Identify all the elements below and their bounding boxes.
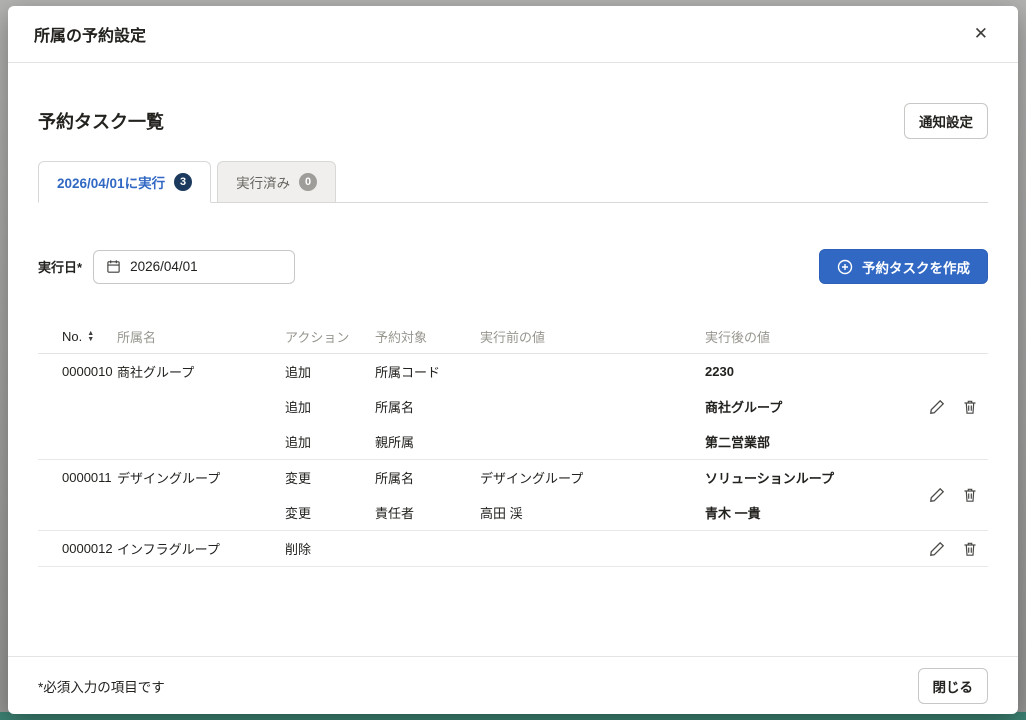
task-rows: 追加 所属コード 2230 追加 所属名 商社グループ 追加 親所属 [285, 354, 910, 459]
task-no: 0000010 [38, 354, 117, 389]
cell-action: 変更 [285, 503, 375, 522]
exec-date-input[interactable]: 2026/04/01 [93, 250, 295, 284]
cell-action: 追加 [285, 432, 375, 451]
calendar-icon [106, 259, 121, 274]
task-group: 0000011 デザイングループ 変更 所属名 デザイングループ ソリューション… [38, 460, 988, 531]
edit-task-button[interactable] [929, 399, 945, 415]
task-group: 0000012 インフラグループ 削除 [38, 531, 988, 567]
tab-bar: 2026/04/01に実行 3 実行済み 0 [38, 161, 988, 203]
task-rows: 削除 [285, 531, 910, 566]
task-row: 変更 責任者 高田 渓 青木 一貴 [285, 495, 910, 530]
section-header: 予約タスク一覧 通知設定 [38, 103, 988, 139]
cell-after-value: 商社グループ [705, 397, 910, 416]
cell-target: 所属コード [375, 362, 480, 381]
cell-action: 変更 [285, 468, 375, 487]
column-header-target: 予約対象 [375, 327, 480, 346]
tab-scheduled-count-badge: 3 [174, 173, 192, 191]
task-no: 0000011 [38, 460, 117, 495]
cell-after-value: 2230 [705, 364, 910, 379]
column-header-action: アクション [285, 327, 375, 346]
required-note-text: 必須入力の項目です [43, 680, 165, 695]
cell-target: 所属名 [375, 397, 480, 416]
create-task-button[interactable]: 予約タスクを作成 [819, 249, 988, 284]
column-header-before-value: 実行前の値 [480, 327, 705, 346]
column-header-no-label: No. [62, 329, 82, 344]
tab-scheduled[interactable]: 2026/04/01に実行 3 [38, 161, 211, 203]
task-row-actions [910, 460, 988, 530]
task-row: 追加 所属名 商社グループ [285, 389, 910, 424]
exec-date-label: 実行日* [38, 257, 82, 276]
delete-task-button[interactable] [962, 399, 978, 415]
modal-body: 予約タスク一覧 通知設定 2026/04/01に実行 3 実行済み 0 実行日* [8, 63, 1018, 656]
column-header-department: 所属名 [117, 327, 285, 346]
task-table: No. ▲▼ 所属名 アクション 予約対象 実行前の値 実行後の値 000001… [38, 320, 988, 567]
trash-icon [962, 487, 978, 503]
trash-icon [962, 399, 978, 415]
task-row: 追加 所属コード 2230 [285, 354, 910, 389]
column-header-no[interactable]: No. ▲▼ [38, 329, 117, 344]
notification-settings-button[interactable]: 通知設定 [904, 103, 988, 139]
task-rows: 変更 所属名 デザイングループ ソリューションループ 変更 責任者 高田 渓 青… [285, 460, 910, 530]
execution-date-row: 実行日* 2026/04/01 予約タスクを作成 [38, 249, 988, 284]
tab-executed-label: 実行済み [236, 172, 290, 192]
modal-title: 所属の予約設定 [34, 22, 146, 46]
create-task-label: 予約タスクを作成 [862, 257, 970, 277]
required-mark: * [77, 260, 82, 275]
pencil-icon [929, 487, 945, 503]
sort-icon: ▲▼ [87, 331, 94, 343]
edit-task-button[interactable] [929, 541, 945, 557]
task-row: 追加 親所属 第二営業部 [285, 424, 910, 459]
cell-action: 追加 [285, 397, 375, 416]
cell-action: 追加 [285, 362, 375, 381]
tab-scheduled-label: 2026/04/01に実行 [57, 172, 165, 192]
cell-after-value: 青木 一貴 [705, 503, 910, 522]
task-row: 変更 所属名 デザイングループ ソリューションループ [285, 460, 910, 495]
task-row-actions [910, 354, 988, 459]
cell-before-value: デザイングループ [480, 468, 705, 487]
table-header-row: No. ▲▼ 所属名 アクション 予約対象 実行前の値 実行後の値 [38, 320, 988, 354]
edit-task-button[interactable] [929, 487, 945, 503]
delete-task-button[interactable] [962, 487, 978, 503]
cell-target: 所属名 [375, 468, 480, 487]
cell-after-value: 第二営業部 [705, 432, 910, 451]
task-row-actions [910, 531, 988, 566]
column-header-after-value: 実行後の値 [705, 327, 910, 346]
task-group: 0000010 商社グループ 追加 所属コード 2230 追加 所属名 商社グル… [38, 354, 988, 460]
pencil-icon [929, 541, 945, 557]
tab-executed[interactable]: 実行済み 0 [217, 161, 336, 203]
pencil-icon [929, 399, 945, 415]
reservation-settings-modal: 所属の予約設定 ✕ 予約タスク一覧 通知設定 2026/04/01に実行 3 実… [8, 6, 1018, 714]
cell-action: 削除 [285, 539, 375, 558]
delete-task-button[interactable] [962, 541, 978, 557]
exec-date-value: 2026/04/01 [130, 259, 198, 274]
trash-icon [962, 541, 978, 557]
section-heading: 予約タスク一覧 [38, 108, 164, 134]
plus-circle-icon [837, 259, 853, 275]
task-department: デザイングループ [117, 460, 285, 495]
task-no: 0000012 [38, 531, 117, 566]
close-button[interactable]: 閉じる [918, 668, 989, 704]
tab-executed-count-badge: 0 [299, 173, 317, 191]
cell-after-value: ソリューションループ [705, 468, 910, 487]
cell-target: 親所属 [375, 432, 480, 451]
cell-before-value: 高田 渓 [480, 503, 705, 522]
close-icon[interactable]: ✕ [970, 22, 992, 46]
exec-date-label-text: 実行日 [38, 260, 77, 275]
task-department: 商社グループ [117, 354, 285, 389]
execution-date-field: 実行日* 2026/04/01 [38, 250, 295, 284]
required-note: *必須入力の項目です [38, 676, 165, 696]
modal-header: 所属の予約設定 ✕ [8, 6, 1018, 63]
task-department: インフラグループ [117, 531, 285, 566]
cell-target: 責任者 [375, 503, 480, 522]
task-row: 削除 [285, 531, 910, 566]
modal-footer: *必須入力の項目です 閉じる [8, 656, 1018, 714]
